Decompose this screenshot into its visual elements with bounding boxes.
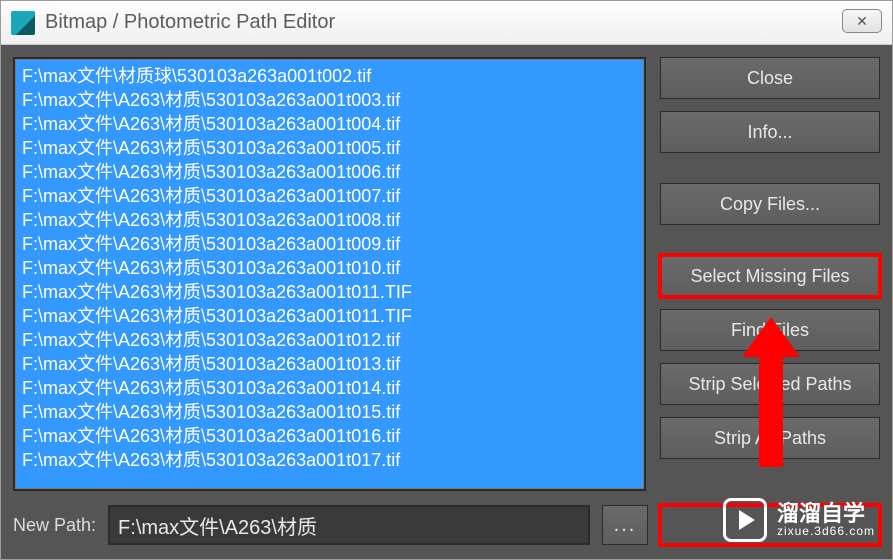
path-list-frame: F:\max文件\材质球\530103a263a001t002.tifF:\ma…	[13, 57, 646, 491]
path-list-item[interactable]: F:\max文件\A263\材质\530103a263a001t003.tif	[18, 88, 641, 112]
close-button[interactable]: Close	[660, 57, 880, 99]
path-list-item[interactable]: F:\max文件\A263\材质\530103a263a001t005.tif	[18, 136, 641, 160]
path-list-item[interactable]: F:\max文件\A263\材质\530103a263a001t008.tif	[18, 208, 641, 232]
path-list-item[interactable]: F:\max文件\A263\材质\530103a263a001t009.tif	[18, 232, 641, 256]
upper-area: F:\max文件\材质球\530103a263a001t002.tifF:\ma…	[13, 57, 880, 491]
path-list-item[interactable]: F:\max文件\A263\材质\530103a263a001t015.tif	[18, 400, 641, 424]
path-list-item[interactable]: F:\max文件\A263\材质\530103a263a001t016.tif	[18, 424, 641, 448]
client-area: F:\max文件\材质球\530103a263a001t002.tifF:\ma…	[1, 45, 892, 559]
copy-files-button[interactable]: Copy Files...	[660, 183, 880, 225]
set-path-button[interactable]	[660, 505, 880, 545]
path-list-item[interactable]: F:\max文件\A263\材质\530103a263a001t014.tif	[18, 376, 641, 400]
strip-all-paths-button[interactable]: Strip All Paths	[660, 417, 880, 459]
info-button[interactable]: Info...	[660, 111, 880, 153]
new-path-row: New Path: F:\max文件\A263\材质 ...	[13, 503, 880, 547]
path-list-item[interactable]: F:\max文件\A263\材质\530103a263a001t011.TIF	[18, 304, 641, 328]
path-list-item[interactable]: F:\max文件\材质球\530103a263a001t002.tif	[18, 64, 641, 88]
find-files-button[interactable]: Find Files	[660, 309, 880, 351]
path-list-item[interactable]: F:\max文件\A263\材质\530103a263a001t012.tif	[18, 328, 641, 352]
path-listbox[interactable]: F:\max文件\材质球\530103a263a001t002.tifF:\ma…	[15, 59, 644, 489]
path-list-item[interactable]: F:\max文件\A263\材质\530103a263a001t006.tif	[18, 160, 641, 184]
dialog-window: Bitmap / Photometric Path Editor ✕ F:\ma…	[0, 0, 893, 560]
new-path-value: F:\max文件\A263\材质	[118, 511, 317, 540]
new-path-label: New Path:	[13, 515, 96, 536]
titlebar: Bitmap / Photometric Path Editor ✕	[1, 1, 892, 45]
strip-selected-paths-button[interactable]: Strip Selected Paths	[660, 363, 880, 405]
path-list-item[interactable]: F:\max文件\A263\材质\530103a263a001t011.TIF	[18, 280, 641, 304]
path-list-item[interactable]: F:\max文件\A263\材质\530103a263a001t013.tif	[18, 352, 641, 376]
path-list-item[interactable]: F:\max文件\A263\材质\530103a263a001t004.tif	[18, 112, 641, 136]
select-missing-files-button[interactable]: Select Missing Files	[660, 255, 880, 297]
path-list-item[interactable]: F:\max文件\A263\材质\530103a263a001t010.tif	[18, 256, 641, 280]
button-sidebar: Close Info... Copy Files... Select Missi…	[660, 57, 880, 491]
browse-button[interactable]: ...	[602, 505, 648, 545]
path-list-item[interactable]: F:\max文件\A263\材质\530103a263a001t017.tif	[18, 448, 641, 472]
path-list-item[interactable]: F:\max文件\A263\材质\530103a263a001t007.tif	[18, 184, 641, 208]
window-title: Bitmap / Photometric Path Editor	[45, 11, 335, 34]
app-icon	[11, 11, 35, 35]
close-icon[interactable]: ✕	[842, 9, 882, 33]
new-path-input[interactable]: F:\max文件\A263\材质	[108, 505, 590, 545]
